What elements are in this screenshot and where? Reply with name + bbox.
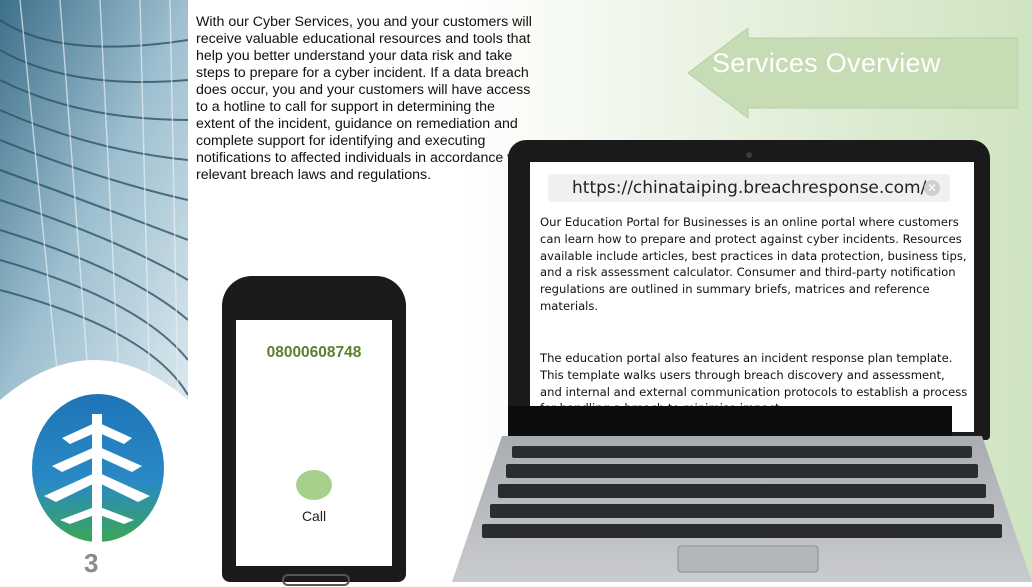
call-button[interactable]	[296, 470, 332, 500]
camera-icon	[746, 152, 752, 158]
phone-home-button	[282, 574, 350, 586]
building-image	[0, 0, 188, 400]
portal-description: Our Education Portal for Businesses is a…	[540, 215, 967, 313]
laptop-keyboard	[452, 436, 1032, 582]
screen-bottom-bar	[508, 406, 952, 436]
hotline-number[interactable]: 08000608748	[236, 344, 392, 362]
page-title: Services Overview	[712, 48, 941, 78]
browser-window: https://chinataiping.breachresponse.com/…	[530, 162, 974, 432]
clear-icon[interactable]: ✕	[924, 180, 940, 196]
phone-mockup: 08000608748 Call	[222, 276, 406, 586]
call-label[interactable]: Call	[236, 508, 392, 524]
page-number: 3	[84, 548, 99, 578]
address-bar[interactable]: https://chinataiping.breachresponse.com/…	[548, 174, 950, 202]
url-text[interactable]: https://chinataiping.breachresponse.com/	[572, 178, 926, 198]
phone-screen: 08000608748 Call	[236, 320, 392, 566]
laptop-bezel: https://chinataiping.breachresponse.com/…	[508, 140, 990, 440]
laptop-mockup: https://chinataiping.breachresponse.com/…	[444, 136, 1032, 582]
